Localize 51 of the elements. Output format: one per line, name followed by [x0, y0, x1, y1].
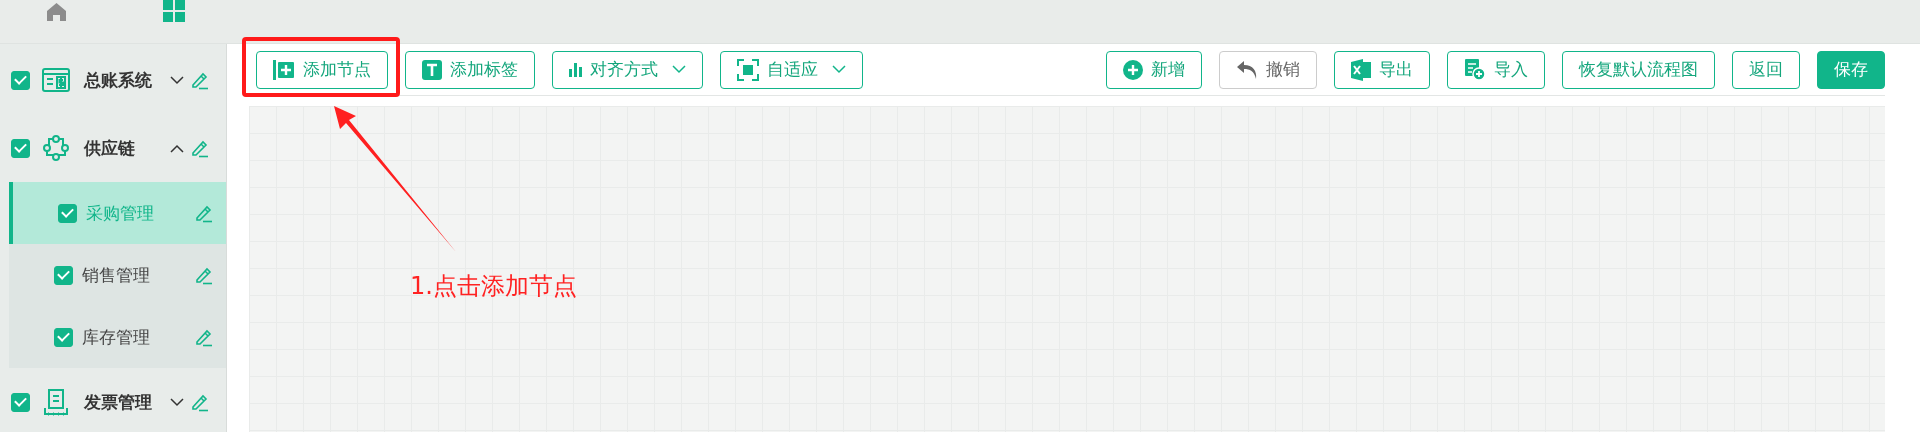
toolbar-button[interactable]: 自适应 [720, 50, 863, 89]
add-node-icon [273, 59, 295, 80]
toolbar-button[interactable]: 恢复默认流程图 [1562, 50, 1715, 89]
home-icon[interactable] [46, 2, 67, 22]
sidebar-item-label: 销售管理 [82, 263, 151, 287]
chevron-down-icon[interactable] [170, 397, 184, 407]
edit-icon[interactable] [194, 203, 214, 223]
plus-circle-icon [1123, 59, 1143, 80]
edit-icon[interactable] [190, 70, 210, 90]
toolbar-button[interactable]: 导出 [1334, 50, 1430, 89]
sidebar-item-label: 供应链 [84, 136, 136, 160]
toolbar-button[interactable]: 保存 [1817, 50, 1885, 89]
checkbox[interactable] [11, 392, 30, 412]
bar-chart-icon [569, 62, 582, 77]
toolbar-button[interactable]: 对齐方式 [552, 50, 703, 89]
import-icon [1464, 58, 1486, 81]
network-icon [43, 135, 69, 161]
toolbar-button[interactable]: 新增 [1106, 50, 1202, 89]
sidebar-item-label: 总账系统 [84, 68, 153, 92]
ledger-icon [42, 68, 70, 92]
excel-icon [1351, 58, 1371, 81]
toolbar-button[interactable]: 添加节点 [256, 50, 388, 89]
checkbox[interactable] [11, 70, 30, 90]
edit-icon[interactable] [190, 392, 210, 412]
edit-icon[interactable] [194, 327, 214, 347]
sidebar-item[interactable]: 发票管理 [0, 368, 226, 432]
undo-icon [1236, 59, 1258, 80]
sidebar-item-label: 采购管理 [86, 201, 155, 225]
chevron-down-icon[interactable] [170, 75, 184, 85]
grid-icon[interactable] [163, 0, 186, 22]
receipt-icon [44, 388, 68, 416]
text-icon [422, 59, 442, 80]
sidebar-subitem[interactable]: 库存管理 [9, 306, 226, 368]
checkbox[interactable] [54, 265, 73, 285]
annotation-text: 1.点击添加节点 [410, 271, 577, 302]
checkbox[interactable] [54, 327, 73, 347]
sidebar-item-label: 发票管理 [84, 390, 153, 414]
checkbox[interactable] [58, 203, 77, 223]
edit-icon[interactable] [194, 265, 214, 285]
chevron-up-icon[interactable] [170, 143, 184, 153]
sidebar-subitem[interactable]: 采购管理 [9, 182, 226, 244]
toolbar-button[interactable]: 导入 [1447, 50, 1545, 89]
sidebar-subitem[interactable]: 销售管理 [9, 244, 226, 306]
toolbar-button[interactable]: 添加标签 [405, 50, 535, 89]
sidebar-item-label: 库存管理 [82, 325, 151, 349]
toolbar-button[interactable]: 返回 [1732, 50, 1800, 89]
fit-screen-icon [737, 58, 759, 81]
sidebar-item[interactable]: 供应链 [0, 114, 226, 182]
edit-icon[interactable] [190, 138, 210, 158]
sidebar-item[interactable]: 总账系统 [0, 46, 226, 114]
checkbox[interactable] [11, 138, 30, 158]
